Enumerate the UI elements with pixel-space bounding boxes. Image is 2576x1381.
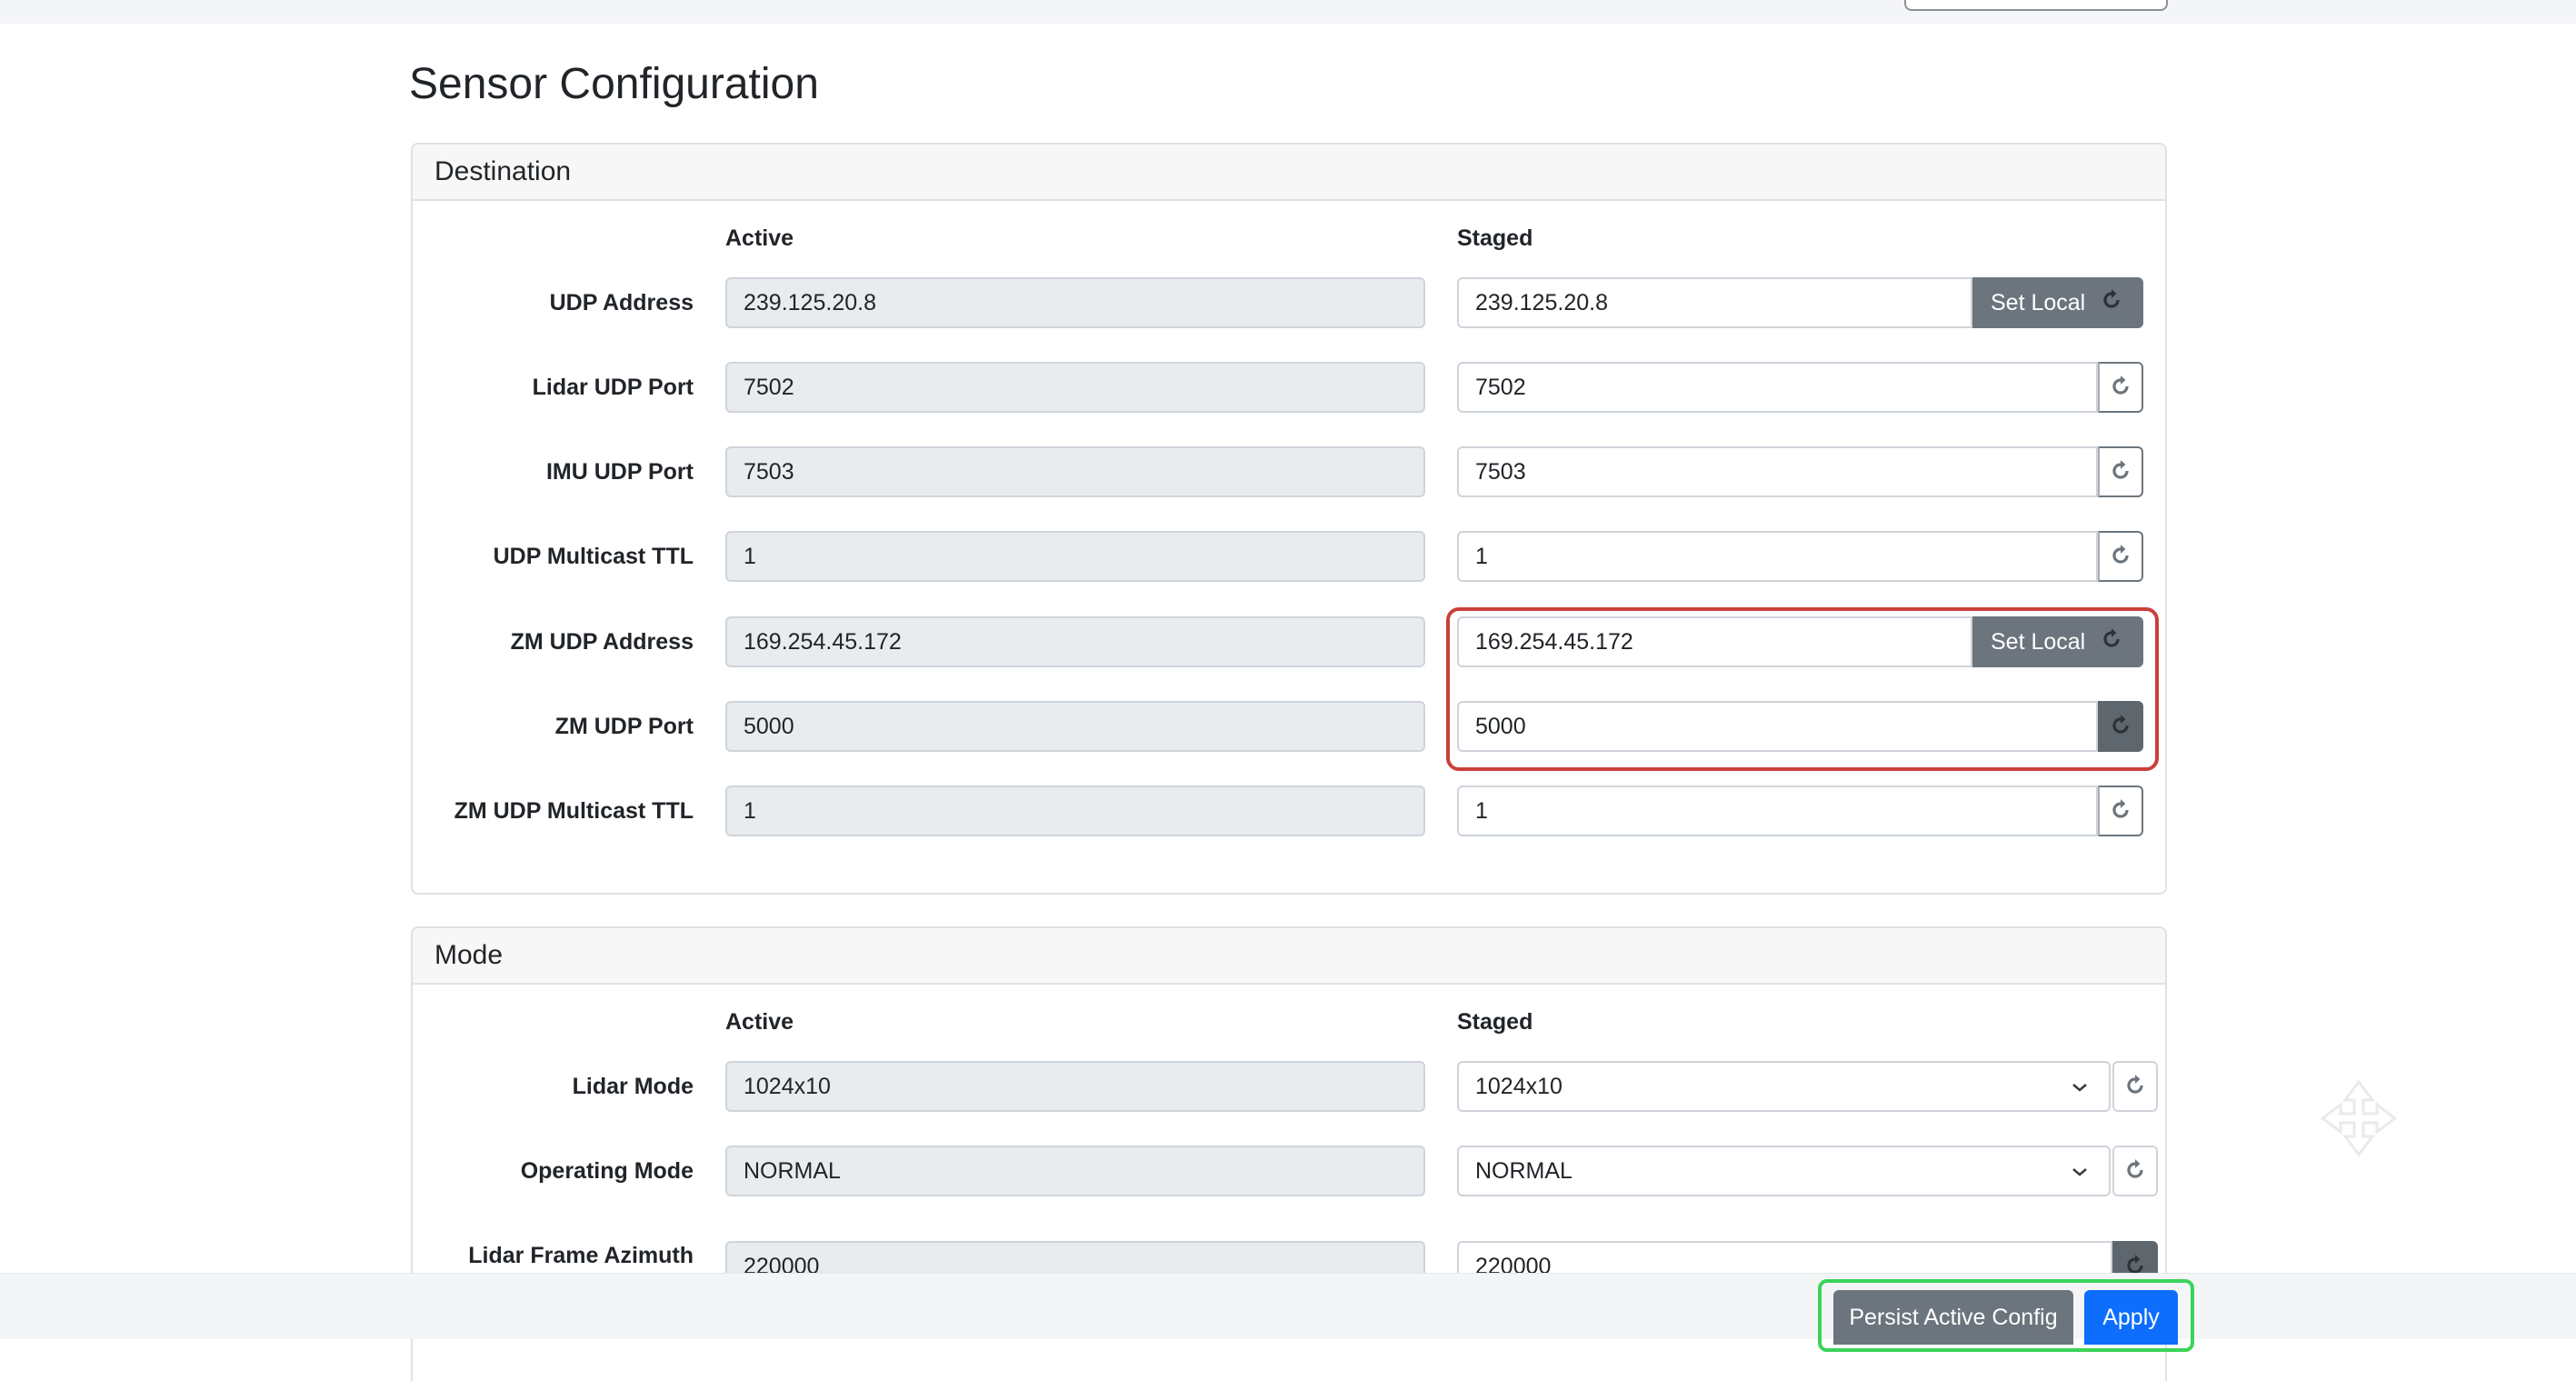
lidar-mode-selected-value: 1024x10: [1475, 1074, 1563, 1099]
set-local-label: Set Local: [1991, 289, 2086, 315]
mode-card-header: Mode: [413, 928, 2165, 985]
udp-multicast-ttl-staged-input[interactable]: [1457, 531, 2098, 582]
udp-address-staged-group: Set Local: [1457, 277, 2143, 328]
lidar-udp-port-active: 7502: [725, 362, 1425, 413]
lidar-udp-port-staged-input[interactable]: [1457, 362, 2098, 413]
lidar-mode-label: Lidar Mode: [572, 1074, 694, 1099]
lidar-mode-staged-group: 1024x10: [1457, 1061, 2158, 1112]
udp-address-label: UDP Address: [549, 290, 694, 315]
reset-icon: [2109, 544, 2132, 570]
destination-card-header: Destination: [413, 145, 2165, 201]
lidar-udp-port-label: Lidar UDP Port: [532, 375, 694, 400]
zm-udp-address-active: 169.254.45.172: [725, 616, 1425, 667]
zm-udp-port-active: 5000: [725, 701, 1425, 752]
lidar-mode-select[interactable]: 1024x10: [1457, 1061, 2112, 1112]
reset-icon: [2123, 1158, 2147, 1185]
operating-mode-select[interactable]: NORMAL: [1457, 1146, 2112, 1196]
reset-icon: [2123, 1074, 2147, 1100]
zm-udp-port-staged-group: [1457, 701, 2143, 752]
imu-udp-port-active: 7503: [725, 446, 1425, 497]
destination-active-header: Active: [725, 225, 794, 251]
chevron-down-icon: [2071, 1147, 2089, 1195]
apply-button[interactable]: Apply: [2084, 1290, 2178, 1345]
operating-mode-selected-value: NORMAL: [1475, 1158, 1573, 1184]
zm-udp-port-staged-input[interactable]: [1457, 701, 2098, 752]
page-title: Sensor Configuration: [409, 60, 819, 108]
udp-multicast-ttl-staged-group: [1457, 531, 2143, 582]
destination-card: Destination: [411, 143, 2167, 895]
action-footer: [0, 1273, 2576, 1339]
destination-staged-header: Staged: [1457, 225, 1533, 251]
udp-address-set-local-button[interactable]: Set Local: [1972, 277, 2143, 328]
zm-udp-port-label: ZM UDP Port: [554, 714, 694, 739]
mode-staged-header: Staged: [1457, 1009, 1533, 1035]
operating-mode-active: NORMAL: [725, 1146, 1425, 1196]
operating-mode-reset-button[interactable]: [2112, 1146, 2158, 1196]
lidar-mode-reset-button[interactable]: [2112, 1061, 2158, 1112]
reset-icon: [2109, 459, 2132, 485]
zm-udp-multicast-ttl-label: ZM UDP Multicast TTL: [454, 798, 694, 824]
move-icon: [2320, 1079, 2398, 1157]
set-local-label: Set Local: [1991, 628, 2086, 655]
zm-udp-multicast-ttl-active: 1: [725, 786, 1425, 836]
zm-udp-port-reset-button[interactable]: [2098, 701, 2143, 752]
zm-udp-address-staged-input[interactable]: [1457, 616, 1972, 667]
udp-multicast-ttl-reset-button[interactable]: [2098, 531, 2143, 582]
lidar-udp-port-reset-button[interactable]: [2098, 362, 2143, 413]
zm-udp-address-staged-group: Set Local: [1457, 616, 2143, 667]
reset-icon: [2100, 627, 2123, 657]
udp-multicast-ttl-active: 1: [725, 531, 1425, 582]
udp-multicast-ttl-label: UDP Multicast TTL: [493, 544, 694, 569]
zm-udp-address-label: ZM UDP Address: [510, 629, 694, 655]
imu-udp-port-label: IMU UDP Port: [545, 459, 694, 485]
udp-address-active: 239.125.20.8: [725, 277, 1425, 328]
zm-udp-multicast-ttl-staged-group: [1457, 786, 2143, 836]
imu-udp-port-reset-button[interactable]: [2098, 446, 2143, 497]
reset-icon: [2100, 288, 2123, 318]
imu-udp-port-staged-input[interactable]: [1457, 446, 2098, 497]
zm-udp-address-set-local-button[interactable]: Set Local: [1972, 616, 2143, 667]
persist-active-config-button[interactable]: Persist Active Config: [1833, 1290, 2073, 1345]
reset-icon: [2109, 714, 2132, 740]
top-navbar: [0, 0, 2576, 24]
zm-udp-multicast-ttl-staged-input[interactable]: [1457, 786, 2098, 836]
lidar-mode-active: 1024x10: [725, 1061, 1425, 1112]
zm-udp-multicast-ttl-reset-button[interactable]: [2098, 786, 2143, 836]
udp-address-staged-input[interactable]: [1457, 277, 1972, 328]
operating-mode-staged-group: NORMAL: [1457, 1146, 2158, 1196]
reset-icon: [2109, 798, 2132, 825]
lidar-udp-port-staged-group: [1457, 362, 2143, 413]
mode-active-header: Active: [725, 1009, 794, 1035]
reset-icon: [2109, 375, 2132, 401]
chevron-down-icon: [2071, 1063, 2089, 1110]
operating-mode-label: Operating Mode: [520, 1158, 694, 1184]
imu-udp-port-staged-group: [1457, 446, 2143, 497]
top-control[interactable]: [1904, 0, 2168, 11]
